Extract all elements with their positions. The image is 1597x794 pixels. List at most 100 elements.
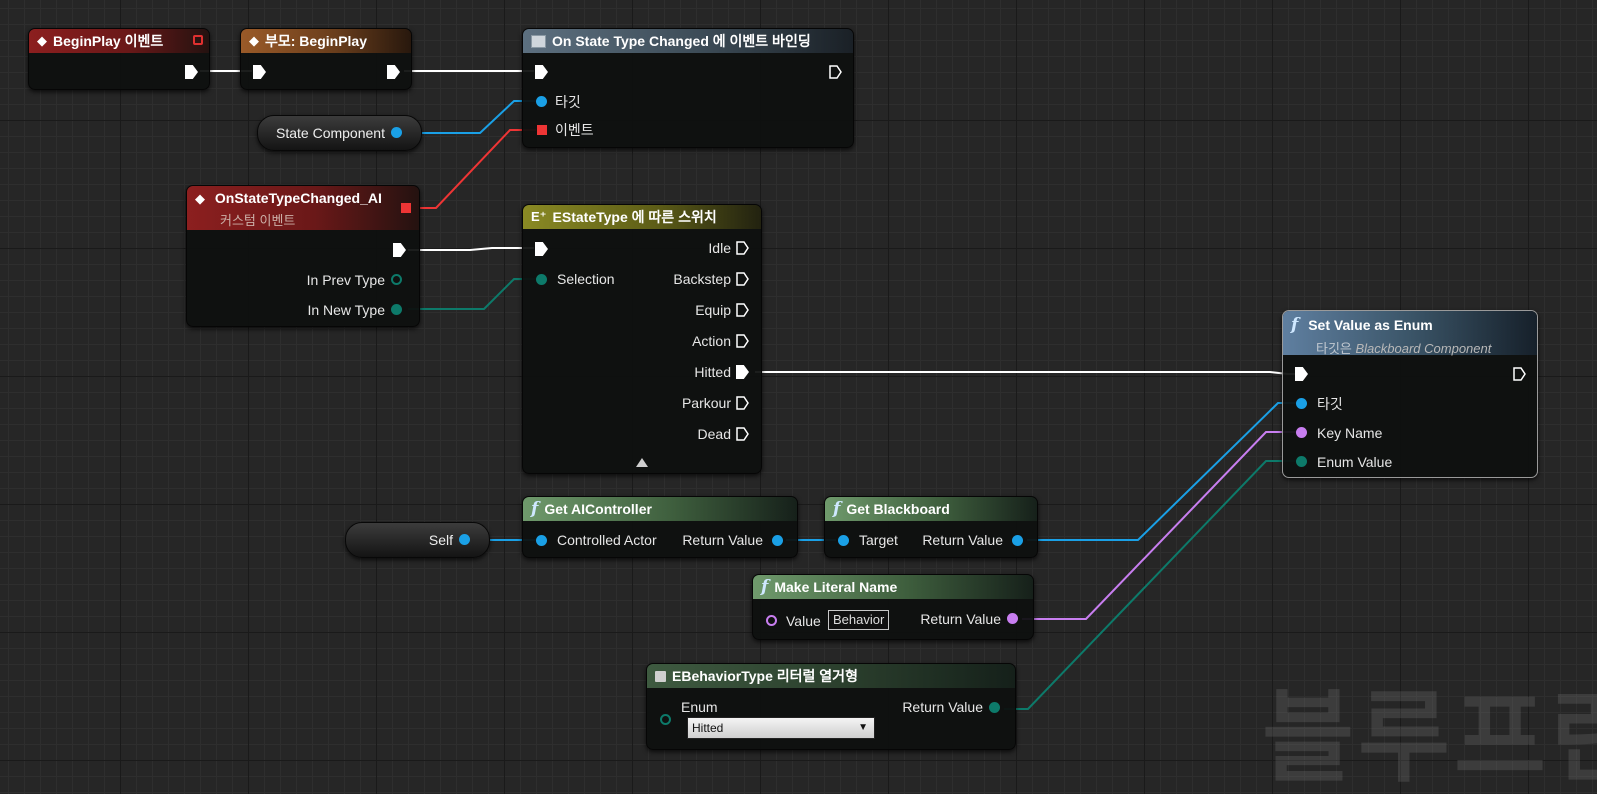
node-title: BeginPlay 이벤트	[53, 33, 164, 49]
delegate-out-pin[interactable]	[401, 203, 411, 213]
switch-output-equip-label: Equip	[695, 302, 731, 318]
return-value-label: Return Value	[920, 611, 1001, 627]
enum-literal-header: EBehaviorType 리터럴 열거형	[647, 664, 1015, 688]
return-value-pin[interactable]	[1012, 535, 1023, 546]
return-value-label: Return Value	[902, 699, 983, 715]
node-title: EBehaviorType 리터럴 열거형	[672, 668, 858, 684]
enum-value-pin[interactable]	[1296, 456, 1307, 467]
self-variable[interactable]: Self	[345, 522, 490, 558]
return-value-pin[interactable]	[1007, 613, 1018, 624]
target-pin-label: Target	[859, 532, 898, 548]
bind-event-header: On State Type Changed 에 이벤트 바인딩	[523, 29, 853, 53]
selection-label: Selection	[557, 271, 615, 287]
custom-event-node[interactable]: ◆ OnStateTypeChanged_AI 커스텀 이벤트 In Prev …	[186, 185, 420, 327]
enum-label: Enum	[681, 699, 718, 715]
wire-exec-hitted-setvalue	[755, 371, 1298, 375]
enum-value-dropdown[interactable]: Hitted ▼	[687, 717, 875, 739]
beginplay-header: ◆ BeginPlay 이벤트	[29, 29, 209, 53]
function-call-icon: ◆	[249, 33, 259, 48]
exec-in-pin[interactable]	[535, 65, 548, 79]
switch-output-hitted-label: Hitted	[694, 364, 731, 380]
switch-output-idle-label: Idle	[708, 240, 731, 256]
make-literal-name-node[interactable]: f Make Literal Name Value Behavior Retur…	[752, 574, 1034, 640]
value-text-input[interactable]: Behavior	[828, 610, 890, 630]
controlled-actor-pin[interactable]	[536, 535, 547, 546]
enum-value-label: Enum Value	[1317, 454, 1393, 470]
switch-output-idle-pin[interactable]	[736, 241, 749, 255]
switch-output-action-label: Action	[692, 333, 731, 349]
function-icon: f	[761, 577, 769, 597]
switch-node[interactable]: E⁺ EStateType 에 따른 스위치 Selection Idle Ba…	[522, 204, 762, 474]
set-value-as-enum-node[interactable]: f Set Value as Enum 타깃은 Blackboard Compo…	[1282, 310, 1538, 478]
target-pin[interactable]	[1296, 398, 1307, 409]
subtitle-target: Blackboard Component	[1355, 341, 1492, 356]
switch-output-parkour-pin[interactable]	[736, 396, 749, 410]
make-literal-name-header: f Make Literal Name	[753, 575, 1033, 599]
collapse-arrow-icon[interactable]	[636, 458, 648, 467]
switch-output-hitted-pin[interactable]	[736, 365, 749, 379]
exec-out-pin[interactable]	[1513, 367, 1526, 381]
prev-type-label: In Prev Type	[306, 272, 385, 288]
node-title: Set Value as Enum	[1308, 317, 1433, 333]
exec-out-pin[interactable]	[387, 65, 400, 79]
return-value-pin[interactable]	[989, 702, 1000, 713]
return-value-pin[interactable]	[772, 535, 783, 546]
key-name-pin[interactable]	[1296, 427, 1307, 438]
wire-enum-newtype-selection	[408, 278, 536, 310]
enum-literal-node[interactable]: EBehaviorType 리터럴 열거형 Enum Hitted ▼ Retu…	[646, 663, 1016, 750]
subtitle-prefix: 타깃은	[1316, 341, 1356, 356]
node-title: Make Literal Name	[774, 579, 898, 595]
wire-name-literal-key	[1022, 431, 1298, 620]
variable-label: Self	[428, 532, 453, 548]
new-type-label: In New Type	[307, 302, 385, 318]
target-pin[interactable]	[536, 96, 547, 107]
new-type-pin[interactable]	[391, 304, 402, 315]
exec-in-pin[interactable]	[253, 65, 266, 79]
switch-output-dead-pin[interactable]	[736, 427, 749, 441]
get-aicontroller-header: f Get AIController	[523, 497, 797, 521]
object-out-pin[interactable]	[459, 534, 470, 545]
prev-type-pin[interactable]	[391, 274, 402, 285]
selected-value: Hitted	[692, 721, 724, 735]
bind-event-node[interactable]: On State Type Changed 에 이벤트 바인딩 타깃 이벤트	[522, 28, 854, 148]
get-aicontroller-node[interactable]: f Get AIController Controlled Actor Retu…	[522, 496, 798, 558]
parent-beginplay-node[interactable]: ◆ 부모: BeginPlay	[240, 28, 412, 90]
wire-exec-event-switch	[408, 247, 534, 251]
function-icon: f	[1291, 315, 1299, 335]
switch-output-backstep-pin[interactable]	[736, 272, 749, 286]
exec-in-pin[interactable]	[535, 242, 548, 256]
switch-output-equip-pin[interactable]	[736, 303, 749, 317]
state-component-variable[interactable]: State Component	[257, 115, 422, 151]
switch-output-backstep-label: Backstep	[673, 271, 731, 287]
exec-out-pin[interactable]	[185, 65, 198, 79]
node-subtitle: 타깃은 Blackboard Component	[1316, 338, 1529, 357]
value-pin[interactable]	[766, 615, 777, 626]
target-pin-label: 타깃	[555, 94, 581, 110]
enum-in-pin[interactable]	[660, 714, 671, 725]
enum-literal-icon	[655, 670, 666, 682]
get-blackboard-node[interactable]: f Get Blackboard Target Return Value	[824, 496, 1038, 558]
custom-event-header: ◆ OnStateTypeChanged_AI 커스텀 이벤트	[187, 186, 419, 230]
exec-in-pin[interactable]	[1295, 367, 1308, 381]
event-delegate-pin[interactable]	[537, 125, 547, 135]
node-title: 부모: BeginPlay	[265, 33, 368, 49]
exec-out-pin[interactable]	[393, 243, 406, 257]
exec-out-pin[interactable]	[829, 65, 842, 79]
return-value-label: Return Value	[682, 532, 763, 548]
switch-icon: E⁺	[531, 209, 547, 224]
beginplay-event-node[interactable]: ◆ BeginPlay 이벤트	[28, 28, 210, 90]
node-subtitle: 커스텀 이벤트	[220, 213, 296, 228]
switch-output-action-pin[interactable]	[736, 334, 749, 348]
object-out-pin[interactable]	[391, 127, 402, 138]
event-icon: ◆	[37, 33, 47, 48]
node-title: Get Blackboard	[846, 501, 950, 517]
parent-beginplay-header: ◆ 부모: BeginPlay	[241, 29, 411, 53]
selection-pin[interactable]	[536, 274, 547, 285]
node-title: OnStateTypeChanged_AI	[214, 190, 382, 206]
wire-delegate-event	[412, 129, 536, 209]
value-label: Value	[786, 613, 821, 629]
switch-output-parkour-label: Parkour	[681, 395, 731, 411]
target-pin[interactable]	[838, 535, 849, 546]
wire-object-statecomp-target	[406, 100, 536, 134]
get-blackboard-header: f Get Blackboard	[825, 497, 1037, 521]
